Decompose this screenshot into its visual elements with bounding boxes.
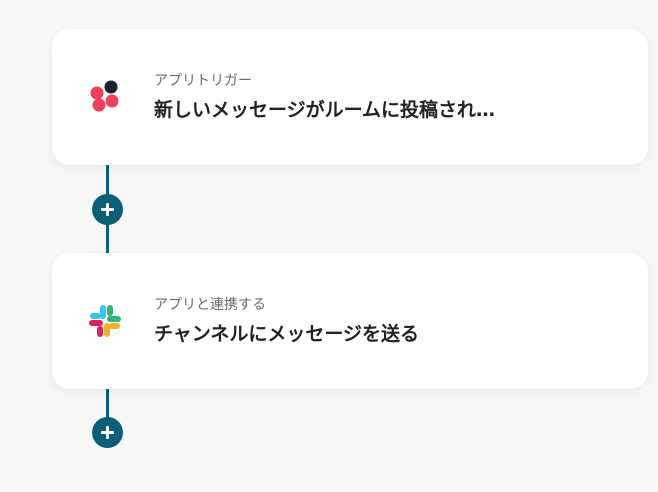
step-type-label: アプリトリガー	[154, 73, 252, 89]
slack-icon	[86, 302, 124, 340]
step-type-label: アプリと連携する	[154, 297, 266, 313]
flow-step-trigger-card[interactable]: アプリトリガー 新しいメッセージがルームに投稿され…	[52, 29, 648, 165]
step-title: 新しいメッセージがルームに投稿され…	[154, 99, 496, 121]
trigger-text: アプリトリガー 新しいメッセージがルームに投稿され…	[154, 71, 495, 123]
flow-canvas: アプリトリガー 新しいメッセージがルームに投稿され… アプリと連携する チャンネ…	[0, 0, 658, 492]
flow-step-action-card[interactable]: アプリと連携する チャンネルにメッセージを送る	[52, 253, 648, 389]
action-text: アプリと連携する チャンネルにメッセージを送る	[154, 295, 419, 347]
add-step-button[interactable]	[92, 194, 123, 225]
step-title: チャンネルにメッセージを送る	[154, 323, 420, 345]
trigger-app-icon	[86, 78, 124, 116]
flow-connector-line	[106, 389, 109, 419]
add-step-button[interactable]	[92, 417, 123, 448]
